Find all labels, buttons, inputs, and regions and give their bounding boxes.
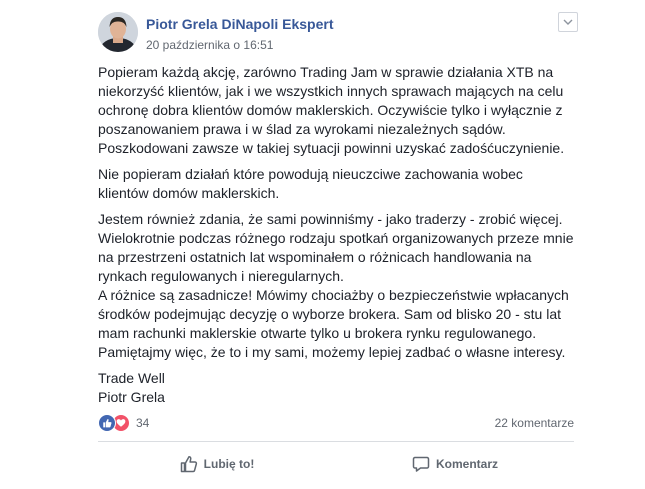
author-name[interactable]: Piotr Grela DiNapoli Ekspert	[146, 16, 334, 32]
action-bar: Lubię to! Komentarz	[98, 449, 574, 479]
reaction-count[interactable]: 34	[136, 416, 149, 430]
like-button[interactable]: Lubię to!	[98, 449, 336, 479]
post-paragraph: Jestem również zdania, że sami powinniśm…	[98, 211, 574, 284]
comment-count[interactable]: 22 komentarze	[495, 416, 574, 430]
chevron-down-icon	[563, 19, 573, 25]
post-paragraph: A różnice są zasadnicze! Mówimy chociażb…	[98, 287, 569, 360]
comment-button[interactable]: Komentarz	[336, 449, 574, 479]
post-card: Piotr Grela DiNapoli Ekspert 20 paździer…	[86, 0, 586, 489]
comment-button-label: Komentarz	[435, 457, 498, 471]
like-reaction-icon	[98, 414, 116, 432]
post-menu-button[interactable]	[558, 12, 578, 32]
reactions-bar: 34 22 komentarze	[98, 414, 574, 434]
like-button-label: Lubię to!	[203, 457, 255, 471]
author-avatar[interactable]	[98, 12, 138, 52]
post-body: Popieram każdą akcję, zarówno Trading Ja…	[98, 63, 574, 407]
post-paragraph: Popieram każdą akcję, zarówno Trading Ja…	[98, 64, 565, 156]
comment-icon	[412, 456, 430, 472]
reaction-icons[interactable]	[98, 414, 134, 432]
signature-line: Trade Well	[98, 370, 165, 386]
signature-line: Piotr Grela	[98, 389, 165, 405]
post-paragraph: Nie popieram działań które powodują nieu…	[98, 166, 523, 201]
post-timestamp[interactable]: 20 października o 16:51	[146, 38, 273, 52]
thumbs-up-icon	[180, 456, 197, 473]
post-header: Piotr Grela DiNapoli Ekspert 20 paździer…	[98, 12, 578, 56]
divider	[98, 441, 574, 442]
